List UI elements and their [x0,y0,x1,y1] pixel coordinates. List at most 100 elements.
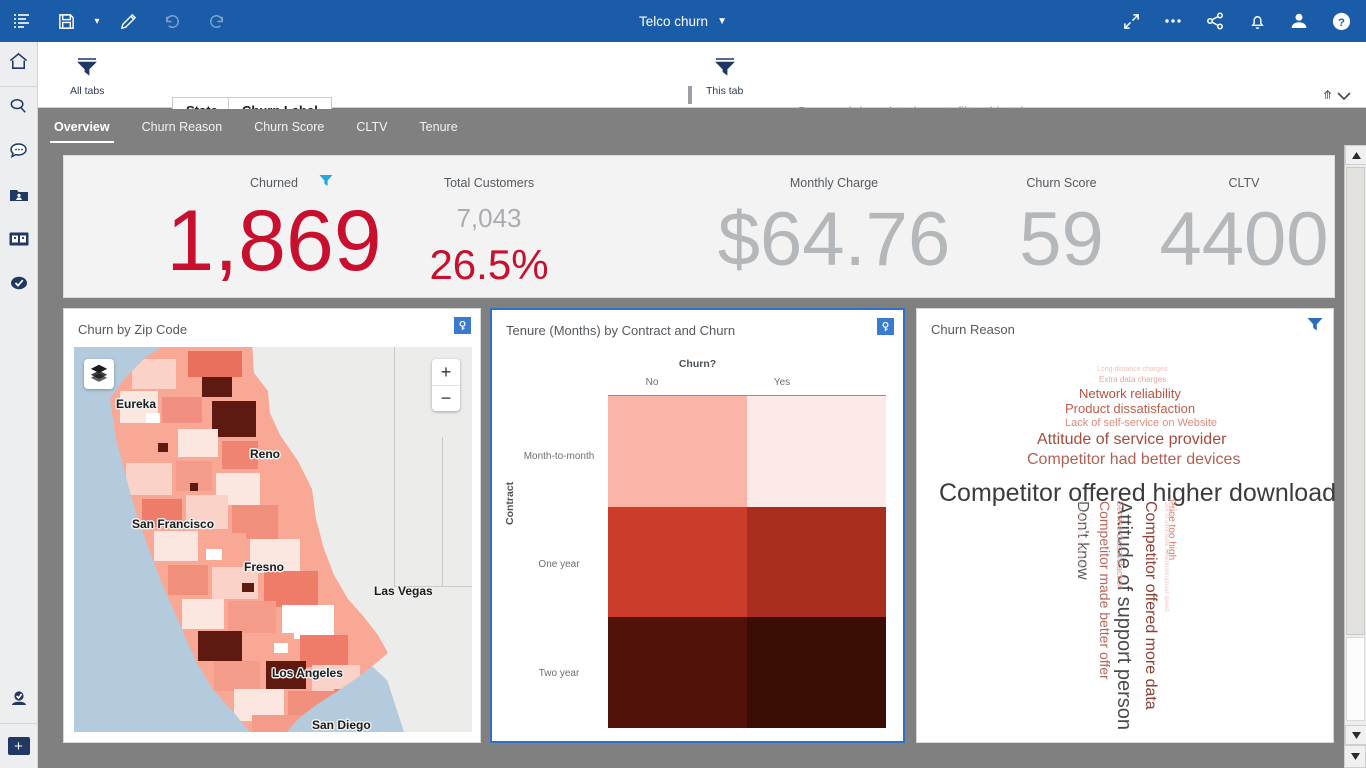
heatmap-x-tick-no: No [645,377,659,388]
kpi-churn-score[interactable]: Churn Score 59 [969,176,1154,278]
map-zoom-controls: + − [432,359,460,411]
heatmap-cell[interactable] [747,506,886,618]
sidebar-item-verified[interactable] [0,679,38,723]
map-zoom-out-button[interactable]: − [432,385,460,411]
tab-label: CLTV [356,120,388,134]
map-key-icon[interactable] [877,318,894,335]
help-icon[interactable]: ? [1320,0,1362,42]
sidebar-item-discussions[interactable] [0,131,38,175]
kpi-cltv[interactable]: CLTV 4400 [1129,176,1344,278]
discussion-icon [8,140,30,167]
sidebar-item-certified[interactable] [0,263,38,307]
horizontal-scrollbar[interactable] [38,745,1366,768]
heatmap-y-tick-month-to-month: Month-to-month [523,451,595,462]
kpi-total-customers[interactable]: Total Customers 7,043 26.5% [374,176,604,289]
check-badge-icon [8,273,30,298]
vertical-scrollbar-thumb[interactable] [1346,167,1365,635]
more-options-icon[interactable] [1152,0,1194,42]
all-tabs-filter-button[interactable]: All tabs [70,55,104,97]
heatmap-x-tick-yes: Yes [773,377,791,388]
tab-tenure[interactable]: Tenure [403,109,473,145]
kpi-monthly-charge-label: Monthly Charge [789,176,879,190]
heatmap-y-tick-two-year: Two year [538,668,580,679]
title-chevron-down-icon[interactable]: ▼ [717,16,727,27]
tab-cltv[interactable]: CLTV [340,109,403,145]
list-indent-icon[interactable] [0,0,44,42]
wordcloud-word[interactable]: Lack of self-service on Website [1065,417,1217,429]
panel-churn-reason[interactable]: Churn Reason Competitor offered higher d… [916,308,1344,743]
undo-icon[interactable] [150,0,194,42]
map-state-border [442,437,443,587]
expand-icon[interactable] [1110,0,1152,42]
pencil-icon[interactable] [106,0,150,42]
wordcloud-word[interactable]: Long distance charges [1097,366,1167,373]
vertical-scrollbar[interactable] [1344,145,1366,745]
sidebar-item-home[interactable] [0,42,38,86]
map-city-label: Fresno [244,560,285,574]
wordcloud-word[interactable]: Competitor offered more data [1141,501,1159,710]
wordcloud-word[interactable]: Attitude of service provider [1037,431,1226,449]
folder-person-icon [8,185,30,210]
wordcloud-word[interactable]: Competitor had better devices [1027,451,1240,469]
wordcloud-word[interactable]: Moved [1167,499,1173,517]
tab-overview[interactable]: Overview [38,109,126,145]
vertical-scrollbar-track-lower[interactable] [1346,637,1365,721]
kpi-total-customers-value: 7,043 [456,203,522,233]
heatmap-cell[interactable] [747,617,886,728]
heatmap-cell[interactable] [608,617,747,728]
filter-funnel-icon[interactable] [1307,317,1323,337]
sidebar-item-library[interactable] [0,175,38,219]
window-title-text[interactable]: Telco churn [639,14,708,29]
sidebar-item-search[interactable] [0,87,38,131]
panel-title: Churn Reason [931,322,1015,337]
heatmap-cell[interactable] [747,396,886,507]
filter-funnel-icon [74,55,100,82]
home-icon [8,51,29,77]
panel-churn-by-zip[interactable]: Churn by Zip Code + − Eureka Reno San Fr… [63,308,481,743]
redo-icon[interactable] [194,0,238,42]
tab-label: Churn Score [254,120,325,134]
all-tabs-label: All tabs [70,85,105,97]
wordcloud-word[interactable]: Service dissatisfaction [1115,501,1125,590]
sidebar-item-cards[interactable] [0,219,38,263]
user-account-icon[interactable] [1278,0,1320,42]
heatmap-cell[interactable] [608,506,747,618]
panel-tenure-heatmap[interactable]: Tenure (Months) by Contract and Churn Ch… [490,308,905,743]
notifications-bell-icon[interactable] [1236,0,1278,42]
map-viewport[interactable]: + − Eureka Reno San Francisco Fresno Las… [74,347,472,732]
save-icon[interactable] [44,0,88,42]
scroll-down-arrow-icon[interactable] [1345,725,1366,745]
wordcloud-word[interactable]: Network reliability [1079,386,1181,401]
map-city-label: San Francisco [132,517,215,531]
share-icon[interactable] [1194,0,1236,42]
sidebar-item-add[interactable]: + [0,724,38,768]
chevron-down-icon[interactable]: ⤊ [1323,88,1352,102]
filter-divider-handle[interactable] [688,86,692,104]
kpi-churn-percent: 26.5% [429,241,549,288]
map-layers-button[interactable] [84,359,114,389]
panel-title: Churn by Zip Code [78,322,188,337]
scroll-up-arrow-icon[interactable] [1345,145,1366,165]
kpi-cltv-label: CLTV [1228,176,1260,190]
wordcloud-word[interactable]: Extra data charges [1099,375,1166,384]
kpi-total-customers-label: Total Customers [443,176,535,190]
this-tab-filter-button[interactable]: This tab [706,55,743,97]
wordcloud-word[interactable]: Limited range of services [1077,501,1083,568]
heatmap-cell[interactable] [608,396,747,507]
wordcloud-word[interactable]: Competitor made better offer [1097,501,1113,680]
save-caret-icon[interactable]: ▾ [88,0,106,42]
tab-strip: Overview Churn Reason Churn Score CLTV T… [38,109,1366,145]
map-zoom-in-button[interactable]: + [432,359,460,385]
kpi-cltv-value: 4400 [1159,197,1329,282]
panel-title: Tenure (Months) by Contract and Churn [506,323,736,338]
verified-user-icon [8,689,30,714]
tab-churn-score[interactable]: Churn Score [238,109,340,145]
wordcloud[interactable]: Competitor offered higher download speed… [917,339,1344,739]
tab-churn-reason[interactable]: Churn Reason [126,109,239,145]
add-plus-icon: + [7,737,30,755]
kpi-monthly-charge[interactable]: Monthly Charge $64.76 [684,176,984,278]
scroll-right-arrow-icon[interactable] [1344,745,1366,768]
map-key-icon[interactable] [454,317,471,334]
wordcloud-word[interactable]: Product dissatisfaction [1065,401,1195,416]
cards-icon [8,230,30,253]
